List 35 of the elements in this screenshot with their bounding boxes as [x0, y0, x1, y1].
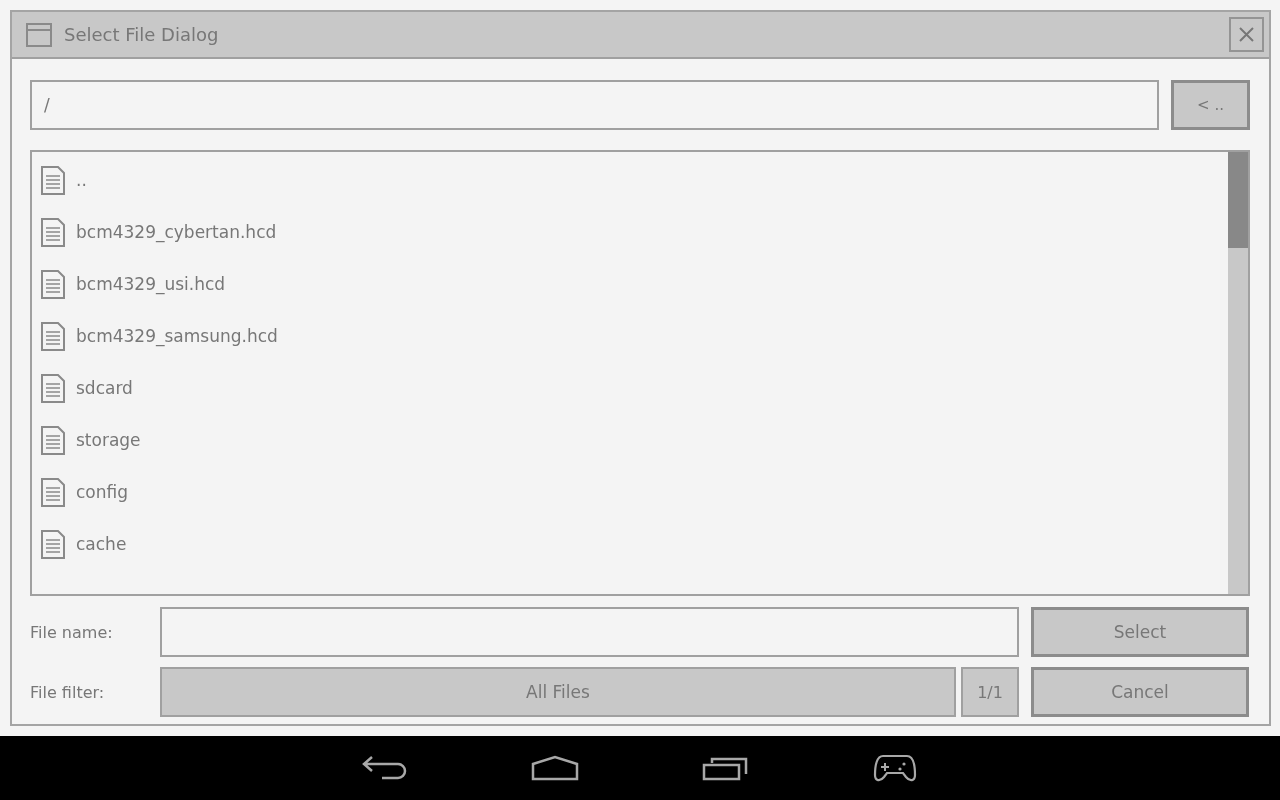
file-filter-dropdown[interactable]: All Files [160, 667, 956, 717]
file-name-label: File name: [30, 622, 113, 642]
document-icon [40, 425, 65, 455]
select-button[interactable]: Select [1031, 607, 1249, 657]
cancel-button[interactable]: Cancel [1031, 667, 1249, 717]
file-item[interactable]: .. [40, 154, 87, 206]
close-icon [1239, 27, 1254, 42]
close-button[interactable] [1229, 17, 1264, 52]
file-item[interactable]: cache [40, 518, 127, 570]
window-icon [26, 22, 52, 47]
file-item[interactable]: config [40, 466, 129, 518]
window-title: Select File Dialog [64, 24, 220, 45]
scrollbar-thumb[interactable] [1228, 152, 1248, 248]
filter-page-counter: 1/1 [961, 667, 1019, 717]
file-filter-label: File filter: [30, 682, 105, 702]
document-icon [40, 477, 65, 507]
file-item[interactable]: bcm4329_samsung.hcd [40, 310, 278, 362]
file-item[interactable]: bcm4329_usi.hcd [40, 258, 226, 310]
up-button[interactable]: < .. [1171, 80, 1250, 130]
document-icon [40, 269, 65, 299]
home-icon[interactable] [531, 755, 579, 782]
file-name-field[interactable] [160, 607, 1019, 657]
document-icon [40, 217, 65, 247]
document-icon [40, 165, 65, 195]
back-icon[interactable] [362, 755, 408, 782]
path-field[interactable]: / [30, 80, 1159, 130]
gamepad-icon[interactable] [873, 753, 917, 784]
file-item[interactable]: bcm4329_cybertan.hcd [40, 206, 277, 258]
file-item[interactable]: storage [40, 414, 141, 466]
scrollbar-track[interactable] [1228, 152, 1248, 594]
document-icon [40, 321, 65, 351]
file-item[interactable]: sdcard [40, 362, 133, 414]
recent-apps-icon[interactable] [702, 755, 748, 782]
document-icon [40, 529, 65, 559]
document-icon [40, 373, 65, 403]
